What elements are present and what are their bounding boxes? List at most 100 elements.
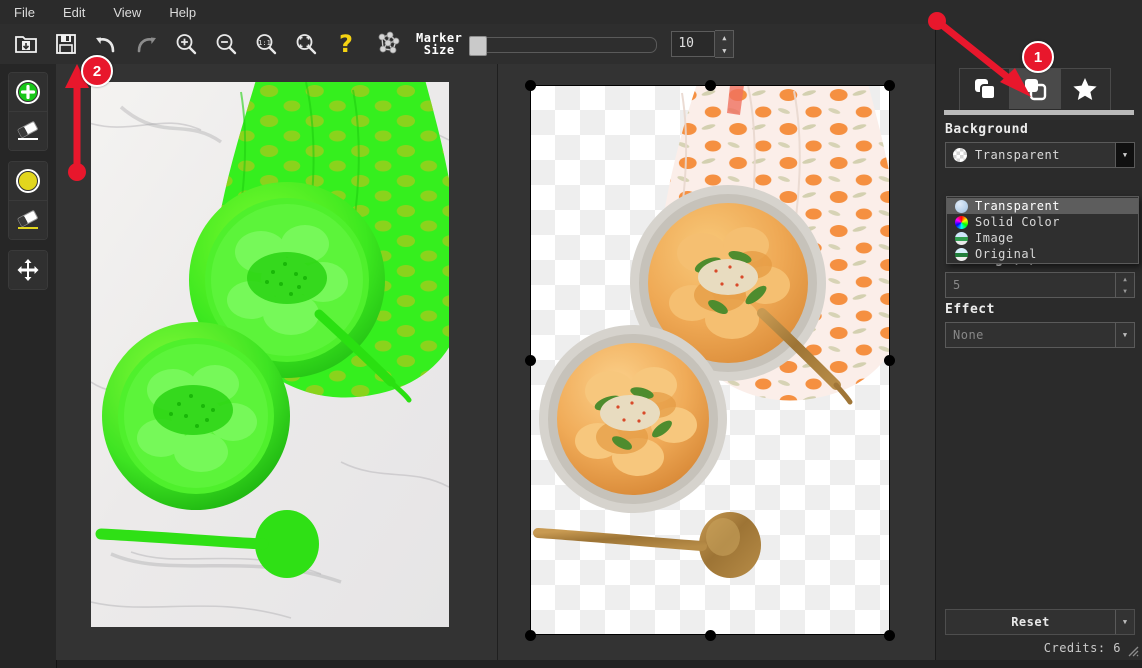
yellow-marker-tool[interactable]: [9, 162, 47, 200]
selection-handle-bottom-right[interactable]: [884, 630, 895, 641]
reset-chevron-down-icon[interactable]: ▼: [1115, 610, 1134, 634]
effect-combobox[interactable]: None ▼: [945, 322, 1135, 348]
result-image[interactable]: [525, 80, 895, 641]
magnifier-minus-icon: [216, 34, 237, 55]
zoom-fit-button[interactable]: [286, 25, 326, 63]
dropdown-option-solid-color[interactable]: Solid Color: [947, 214, 1138, 230]
background-dropdown-list[interactable]: Transparent Solid Color Image Original: [946, 196, 1139, 264]
redo-button[interactable]: [126, 25, 166, 63]
menu-item-edit[interactable]: Edit: [51, 3, 97, 22]
question-mark-icon: ?: [339, 31, 353, 57]
background-combobox[interactable]: Transparent ▼: [945, 142, 1135, 168]
marker-size-slider[interactable]: [469, 35, 658, 56]
padding-spin-down-icon[interactable]: ▼: [1116, 285, 1134, 297]
color-wheel-icon: [955, 215, 968, 229]
network-button[interactable]: [366, 25, 410, 63]
marker-size-input[interactable]: 10: [671, 31, 716, 57]
marker-size-slider-handle[interactable]: [469, 35, 488, 56]
padding-value[interactable]: 5: [946, 278, 1115, 292]
marker-size-stepper[interactable]: 10 ▲ ▼: [671, 30, 735, 58]
help-button[interactable]: ?: [326, 25, 366, 63]
effect-chevron-down-icon[interactable]: ▼: [1115, 323, 1134, 347]
svg-text:1:1: 1:1: [258, 39, 271, 47]
transparent-swatch-icon: [955, 199, 968, 213]
effect-label: Effect: [945, 302, 995, 317]
node-graph-icon: [378, 31, 400, 54]
tab-underline: [944, 110, 1134, 115]
yellow-circle-icon: [16, 169, 40, 193]
selection-handle-top-right[interactable]: [884, 80, 895, 91]
undo-button[interactable]: [86, 25, 126, 63]
selection-handle-bottom-center[interactable]: [705, 630, 716, 641]
magnifier-one-to-one-icon: 1:1: [256, 34, 277, 55]
erase-green-marker-tool[interactable]: [9, 111, 47, 150]
menu-item-help[interactable]: Help: [157, 3, 208, 22]
rail-group-green: [8, 72, 48, 151]
zoom-out-button[interactable]: [206, 25, 246, 63]
dropdown-option-label: Transparent: [975, 199, 1060, 213]
pan-tool[interactable]: [9, 251, 47, 289]
tab-original[interactable]: [960, 69, 1010, 109]
selection-handle-top-center[interactable]: [705, 80, 716, 91]
panel-tabstrip: [959, 68, 1111, 112]
dropdown-option-label: Original: [975, 247, 1037, 261]
marker-size-label: Marker Size: [416, 31, 463, 57]
background-chevron-down-icon[interactable]: ▼: [1115, 143, 1134, 167]
spin-up-icon[interactable]: ▲: [715, 31, 733, 44]
selection-handle-top-left[interactable]: [525, 80, 536, 91]
background-value: Transparent: [975, 148, 1060, 162]
dropdown-option-label: Image: [975, 231, 1014, 245]
source-image-content: [91, 82, 449, 627]
copy-layers-icon: [974, 79, 996, 100]
add-marker-tool[interactable]: [9, 73, 47, 111]
rail-group-pan: [8, 250, 48, 290]
redo-arrow-icon: [137, 37, 156, 53]
undo-arrow-icon: [96, 37, 115, 53]
background-swatch-transparent: [953, 148, 967, 162]
padding-input-row[interactable]: 5 ▲ ▼: [945, 272, 1135, 298]
magnifier-plus-icon: [176, 34, 197, 55]
effect-value: None: [953, 328, 984, 342]
save-button[interactable]: [46, 25, 86, 63]
selection-frame: [530, 85, 890, 635]
star-icon: [1073, 78, 1097, 100]
selection-handle-middle-right[interactable]: [884, 355, 895, 366]
tool-rail: [0, 64, 57, 668]
marker-size-spin-arrows[interactable]: ▲ ▼: [715, 30, 735, 58]
original-swatch-icon: [955, 247, 968, 261]
dropdown-option-original[interactable]: Original: [947, 246, 1138, 262]
menu-item-file[interactable]: File: [2, 3, 47, 22]
copy-layers-filled-icon: [1024, 79, 1047, 101]
source-image-pane[interactable]: [56, 64, 498, 660]
padding-spin-arrows[interactable]: ▲ ▼: [1115, 273, 1134, 297]
floppy-disk-icon: [56, 34, 76, 54]
erase-yellow-marker-tool[interactable]: [9, 200, 47, 239]
svg-text:?: ?: [339, 31, 353, 57]
background-label: Background: [945, 122, 1029, 137]
menu-item-view[interactable]: View: [101, 3, 153, 22]
credits-label: Credits: 6: [1043, 641, 1121, 655]
rail-group-yellow: [8, 161, 48, 240]
tab-effects[interactable]: [1059, 69, 1110, 109]
spin-down-icon[interactable]: ▼: [715, 44, 733, 57]
resize-grip-icon[interactable]: [1125, 643, 1139, 657]
zoom-in-button[interactable]: [166, 25, 206, 63]
magnifier-fit-icon: [296, 34, 317, 55]
dropdown-option-image[interactable]: Image: [947, 230, 1138, 246]
open-folder-icon: [15, 36, 37, 53]
settings-panel: Background Transparent ▼ Transparent Sol…: [935, 24, 1142, 660]
padding-spin-up-icon[interactable]: ▲: [1116, 273, 1134, 285]
zoom-actual-button[interactable]: 1:1: [246, 25, 286, 63]
reset-button-label: Reset: [1011, 615, 1050, 629]
source-image[interactable]: [91, 82, 449, 627]
open-folder-button[interactable]: [6, 25, 46, 63]
selection-handle-middle-left[interactable]: [525, 355, 536, 366]
result-image-pane[interactable]: [498, 64, 935, 660]
tab-background[interactable]: [1009, 69, 1060, 109]
selection-handle-bottom-left[interactable]: [525, 630, 536, 641]
dropdown-option-label: Solid Color: [975, 215, 1060, 229]
canvas-area: [56, 64, 935, 660]
menu-bar: File Edit View Help: [0, 0, 1142, 25]
reset-button[interactable]: Reset ▼: [945, 609, 1135, 635]
dropdown-option-transparent[interactable]: Transparent: [947, 198, 1138, 214]
